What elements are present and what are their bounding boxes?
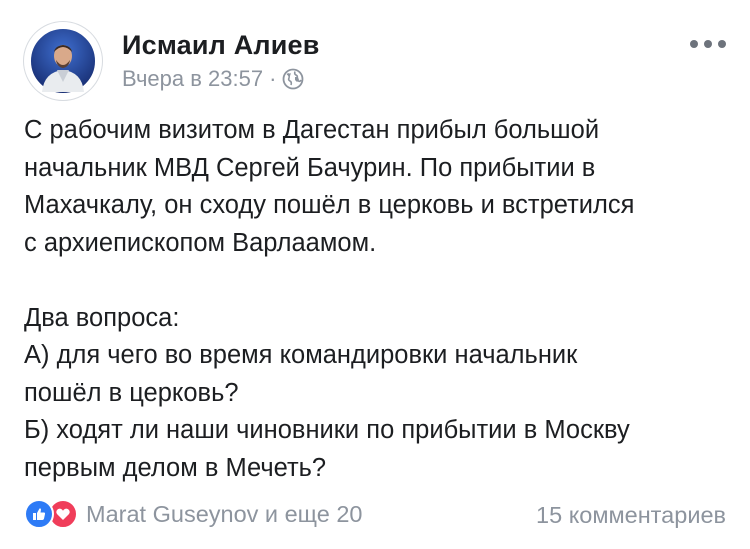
reactions-text[interactable]: Marat Guseynov и еще 20 (86, 501, 362, 528)
more-dot (690, 40, 698, 48)
author-name[interactable]: Исмаил Алиев (122, 30, 320, 61)
globe-icon[interactable] (282, 68, 304, 90)
post-body: С рабочим визитом в Дагестан прибыл боль… (24, 112, 734, 487)
comments-count[interactable]: 15 комментариев (536, 502, 726, 529)
author-avatar[interactable] (24, 22, 102, 100)
post-footer: Marat Guseynov и еще 20 15 комментариев (24, 498, 726, 534)
more-dot (704, 40, 712, 48)
reactions-summary[interactable]: Marat Guseynov и еще 20 (24, 499, 362, 529)
like-icon (24, 499, 54, 529)
post-paragraph: С рабочим визитом в Дагестан прибыл боль… (24, 116, 635, 257)
more-options-icon[interactable] (690, 36, 726, 52)
avatar-image (29, 27, 97, 95)
more-dot (718, 40, 726, 48)
meta-separator: · (269, 66, 277, 91)
post-timestamp[interactable]: Вчера в 23:57 (122, 66, 263, 92)
post-paragraph: Два вопроса: А) для чего во время команд… (24, 303, 630, 482)
post-header: Исмаил Алиев Вчера в 23:57 · (24, 22, 726, 100)
post-meta: Вчера в 23:57 · (122, 66, 304, 92)
facebook-post: Исмаил Алиев Вчера в 23:57 · С рабочим в… (0, 0, 750, 549)
